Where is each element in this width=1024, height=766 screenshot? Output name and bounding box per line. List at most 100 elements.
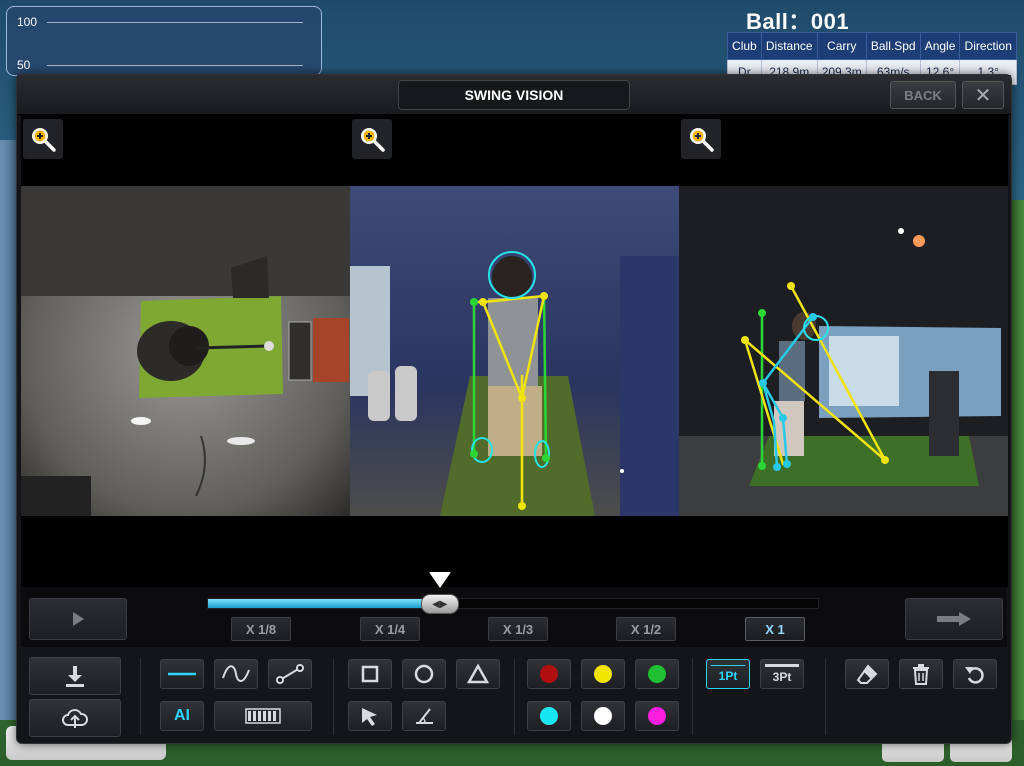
circle-icon: [414, 664, 434, 684]
download-button[interactable]: [29, 657, 121, 695]
point-line-icon: [276, 664, 304, 684]
graph-tick-100: 100: [17, 15, 38, 29]
background-right-strip: [1010, 200, 1024, 720]
swing-vision-modal: SWING VISION BACK ✕ ◀▶ X 1/8 X 1/4 X 1/3…: [16, 74, 1012, 744]
cursor-arrow-icon: [362, 708, 377, 726]
graph-tick-50: 50: [17, 58, 31, 72]
playback-timeline: ◀▶ X 1/8 X 1/4 X 1/3 X 1/2 X 1: [21, 572, 1007, 647]
line-3pt-label: 3Pt: [772, 670, 792, 684]
play-button[interactable]: [29, 598, 127, 640]
timeline-scrub-handle[interactable]: ◀▶: [420, 594, 459, 614]
ai-label: AI: [174, 707, 190, 724]
playhead-marker-icon: [428, 572, 451, 588]
side-video-frame: [679, 186, 1008, 516]
undo-icon: [965, 667, 984, 684]
close-button[interactable]: ✕: [962, 81, 1004, 109]
thin-line-icon: [711, 665, 745, 666]
triangle-tool[interactable]: [456, 659, 500, 689]
select-tool[interactable]: [348, 701, 392, 731]
close-icon: ✕: [974, 84, 992, 107]
timeline-track[interactable]: ◀▶: [207, 572, 819, 614]
circle-tool[interactable]: [402, 659, 446, 689]
download-icon: [66, 666, 84, 687]
col-angle: Angle: [919, 32, 961, 60]
graph-gridline: [47, 65, 303, 66]
straight-line-tool[interactable]: [160, 659, 204, 689]
modal-header: SWING VISION BACK ✕: [17, 75, 1011, 115]
zoom-button[interactable]: [23, 119, 63, 159]
angle-tool[interactable]: [402, 701, 446, 731]
zoom-button[interactable]: [352, 119, 392, 159]
thick-line-icon: [765, 664, 799, 667]
timeline-progress: [208, 599, 440, 608]
zoom-in-icon: [361, 128, 385, 152]
zoom-in-icon: [32, 128, 56, 152]
color-cyan-button[interactable]: [527, 701, 571, 731]
straight-line-icon: [168, 672, 196, 676]
zoom-button[interactable]: [681, 119, 721, 159]
color-swatch-cyan: [540, 707, 558, 725]
speed-x1-4-button[interactable]: X 1/4: [360, 617, 420, 641]
toolbar-divider: [333, 659, 334, 735]
color-swatch-white: [594, 707, 612, 725]
camera-panel-overhead: [21, 115, 350, 587]
angle-icon: [416, 708, 433, 724]
toolbar-divider: [514, 659, 515, 735]
speed-x1-8-button[interactable]: X 1/8: [231, 617, 291, 641]
delete-button[interactable]: [899, 659, 943, 689]
filmstrip-button[interactable]: [214, 701, 312, 731]
speed-x1-2-button[interactable]: X 1/2: [616, 617, 676, 641]
toolbar-divider: [140, 659, 141, 735]
triangle-icon: [467, 663, 489, 684]
table-header-row: Club Distance Carry Ball.Spd Angle Direc…: [727, 32, 1017, 60]
color-swatch-red: [540, 665, 558, 683]
line-width-1pt-button[interactable]: 1Pt: [706, 659, 750, 689]
line-1pt-label: 1Pt: [718, 669, 738, 683]
rectangle-tool[interactable]: [348, 659, 392, 689]
speed-x1-3-button[interactable]: X 1/3: [488, 617, 548, 641]
color-swatch-green: [648, 665, 666, 683]
color-swatch-yellow: [594, 665, 612, 683]
back-button[interactable]: BACK: [890, 81, 956, 109]
line-3pt-group: 3Pt: [765, 664, 799, 684]
front-video-frame: [350, 186, 679, 516]
color-swatch-magenta: [648, 707, 666, 725]
ai-tool-button[interactable]: AI: [160, 701, 204, 731]
speed-x1-button[interactable]: X 1: [745, 617, 805, 641]
background-graph: 100 50: [6, 6, 322, 76]
col-carry: Carry: [816, 32, 867, 60]
cloud-upload-icon: [62, 709, 88, 728]
square-icon: [361, 665, 379, 683]
color-green-button[interactable]: [635, 659, 679, 689]
trash-icon: [913, 664, 929, 685]
eraser-button[interactable]: [845, 659, 889, 689]
color-white-button[interactable]: [581, 701, 625, 731]
cloud-upload-button[interactable]: [29, 699, 121, 737]
color-magenta-button[interactable]: [635, 701, 679, 731]
zoom-in-icon: [690, 128, 714, 152]
col-ball-speed: Ball.Spd: [865, 32, 921, 60]
overhead-video-frame: [21, 186, 350, 516]
toolbar-divider: [825, 659, 826, 735]
eraser-icon: [856, 664, 878, 684]
curve-icon: [222, 665, 250, 682]
next-button[interactable]: [905, 598, 1003, 640]
line-width-3pt-button[interactable]: 3Pt: [760, 659, 804, 689]
undo-button[interactable]: [953, 659, 997, 689]
modal-title: SWING VISION: [398, 80, 630, 110]
toolbar-divider: [692, 659, 693, 735]
camera-panel-side: [679, 115, 1008, 587]
arrow-right-icon: [937, 612, 971, 626]
graph-gridline: [47, 22, 303, 23]
line-1pt-group: 1Pt: [711, 665, 745, 683]
play-icon: [73, 612, 84, 626]
curve-line-tool[interactable]: [214, 659, 258, 689]
video-viewer: [21, 115, 1008, 587]
col-distance: Distance: [760, 32, 818, 60]
point-line-tool[interactable]: [268, 659, 312, 689]
color-yellow-button[interactable]: [581, 659, 625, 689]
col-direction: Direction: [959, 32, 1017, 60]
color-red-button[interactable]: [527, 659, 571, 689]
background-left-strip: [0, 140, 16, 720]
camera-panel-front: [350, 115, 679, 587]
